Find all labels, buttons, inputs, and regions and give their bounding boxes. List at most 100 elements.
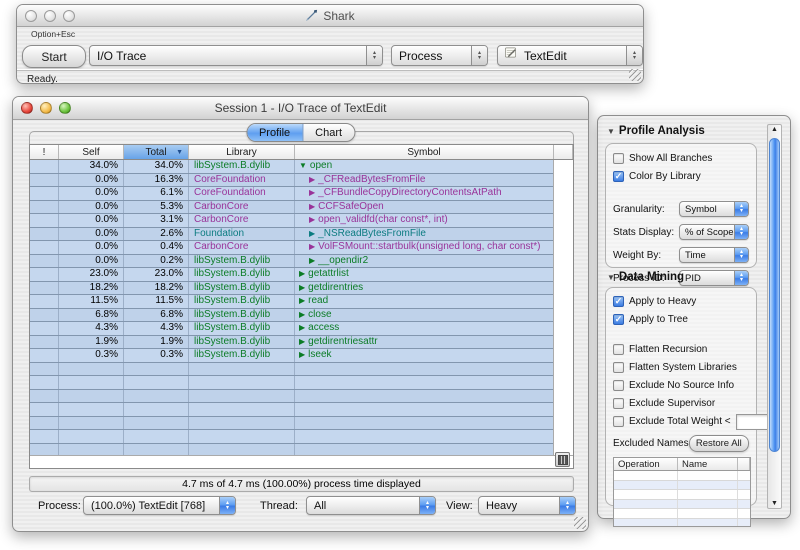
config-popup[interactable]: I/O Trace ▴ ▾ [89, 45, 383, 66]
table-row[interactable] [30, 416, 553, 430]
table-row[interactable]: 6.8% 6.8% libSystem.B.dylib ▶ close [30, 308, 553, 322]
resize-grip[interactable] [574, 517, 586, 529]
session-titlebar[interactable]: Session 1 - I/O Trace of TextEdit [13, 97, 588, 120]
table-row[interactable]: 0.3% 0.3% libSystem.B.dylib ▶ lseek [30, 349, 553, 363]
table-row[interactable]: 23.0% 23.0% libSystem.B.dylib ▶ getattrlist [30, 268, 553, 282]
drawer-scrollbar[interactable]: ▲ ▼ [767, 124, 782, 509]
table-row[interactable] [30, 443, 553, 455]
disclosure-triangle[interactable]: ▶ [309, 214, 315, 226]
flatten-system-libraries-checkbox[interactable] [613, 362, 624, 373]
table-row[interactable] [30, 403, 553, 417]
color-by-library-checkbox[interactable]: ✓ [613, 171, 624, 182]
total-cell [124, 416, 189, 429]
disclosure-triangle[interactable]: ▶ [309, 228, 315, 240]
excluded-column-header-corner [738, 458, 750, 470]
table-row[interactable] [30, 362, 553, 376]
disclosure-triangle[interactable]: ▶ [309, 201, 315, 213]
zoom-button[interactable] [63, 9, 75, 22]
restore-all-button[interactable]: Restore All [688, 435, 749, 452]
weight-by-popup[interactable]: Time ▴ ▾ [679, 247, 749, 263]
excluded-column-header-name[interactable]: Name [678, 458, 738, 470]
vertical-scrollbar[interactable] [553, 160, 573, 455]
disclosure-triangle[interactable]: ▶ [299, 336, 305, 348]
disclosure-triangle[interactable]: ▶ [299, 268, 305, 280]
stats-display-popup[interactable]: % of Scope ▴ ▾ [679, 224, 749, 240]
tab-chart[interactable]: Chart [303, 124, 354, 141]
scroll-down-arrow-icon[interactable]: ▼ [768, 500, 781, 507]
footer-process-popup[interactable]: (100.0%) TextEdit [768] ▴ ▾ [83, 496, 236, 515]
table-row[interactable]: 0.0% 3.1% CarbonCore ▶ open_validfd(char con… [30, 214, 553, 228]
table-row[interactable]: 0.0% 16.3% CoreFoundation ▶ _CFReadBytesFrom… [30, 173, 553, 187]
horizontal-scrollbar[interactable] [30, 455, 573, 468]
exclude-total-weight-checkbox[interactable] [613, 416, 624, 427]
disclosure-triangle[interactable]: ▶ [299, 309, 305, 321]
disclosure-triangle[interactable]: ▶ [299, 282, 305, 294]
zoom-button[interactable] [59, 102, 71, 114]
table-row[interactable]: 0.0% 6.1% CoreFoundation ▶ _CFBundleCopyDire… [30, 187, 553, 201]
table-row[interactable] [30, 430, 553, 444]
table-row[interactable]: 11.5% 11.5% libSystem.B.dylib ▶ read [30, 295, 553, 309]
total-cell: 1.9% [124, 335, 189, 348]
symbol-cell: ▶ getattrlist [295, 268, 553, 281]
table-row[interactable] [30, 389, 553, 403]
data-mining-header[interactable]: ▼ Data Mining [607, 271, 684, 283]
exclude-supervisor-checkbox[interactable] [613, 398, 624, 409]
disclosure-triangle[interactable]: ▶ [309, 187, 315, 199]
disclosure-triangle[interactable]: ▶ [309, 255, 315, 267]
symbol-cell: ▼ open [295, 160, 553, 173]
minimize-button[interactable] [44, 9, 56, 22]
table-row[interactable]: 34.0% 34.0% libSystem.B.dylib ▼ open [30, 160, 553, 174]
total-cell: 23.0% [124, 268, 189, 281]
checkbox-row: ✓ Apply to Heavy [613, 295, 749, 308]
column-options-button[interactable] [555, 452, 570, 467]
apply-to-heavy-checkbox[interactable]: ✓ [613, 296, 624, 307]
column-header-alert[interactable]: ! [30, 145, 59, 159]
column-header-symbol[interactable]: Symbol [295, 145, 554, 159]
flatten-recursion-checkbox[interactable] [613, 344, 624, 355]
scroll-up-arrow-icon[interactable]: ▲ [768, 126, 781, 133]
column-header-self[interactable]: Self [59, 145, 124, 159]
table-row[interactable]: 0.0% 2.6% Foundation ▶ _NSReadBytesFromFile [30, 227, 553, 241]
tab-profile[interactable]: Profile [246, 124, 304, 141]
symbol-cell: ▶ open_validfd(char const*, int) [295, 214, 553, 227]
minimize-button[interactable] [40, 102, 52, 114]
resize-grip[interactable] [629, 69, 641, 81]
disclosure-triangle-icon[interactable]: ▼ [607, 127, 615, 136]
disclosure-triangle-icon[interactable]: ▼ [607, 273, 615, 282]
granularity-popup[interactable]: Symbol ▴ ▾ [679, 201, 749, 217]
table-row[interactable] [30, 376, 553, 390]
library-cell: libSystem.B.dylib [189, 254, 295, 267]
process-id-popup[interactable]: PID ▴ ▾ [679, 270, 749, 286]
footer-view-popup[interactable]: Heavy ▴ ▾ [478, 496, 576, 515]
column-header-total[interactable]: Total ▼ [124, 145, 189, 159]
shark-titlebar[interactable]: Shark [17, 5, 643, 27]
apply-to-tree-checkbox[interactable]: ✓ [613, 314, 624, 325]
table-row[interactable]: 1.9% 1.9% libSystem.B.dylib ▶ getdirentriesa… [30, 335, 553, 349]
column-header-library[interactable]: Library [189, 145, 295, 159]
target-type-popup[interactable]: Process ▴ ▾ [391, 45, 488, 66]
exclude-no-source-info-checkbox[interactable] [613, 380, 624, 391]
start-button[interactable]: Start [22, 45, 86, 68]
process-popup[interactable]: TextEdit ▴ ▾ [497, 45, 643, 66]
scrollbar-thumb[interactable] [769, 138, 780, 452]
show-all-branches-checkbox[interactable] [613, 153, 624, 164]
footer-thread-popup[interactable]: All ▴ ▾ [306, 496, 436, 515]
profile-analysis-header[interactable]: ▼ Profile Analysis [607, 125, 705, 137]
table-row[interactable]: 18.2% 18.2% libSystem.B.dylib ▶ getdirentrie… [30, 281, 553, 295]
disclosure-triangle[interactable]: ▼ [299, 160, 307, 172]
excluded-column-header-operation[interactable]: Operation [614, 458, 678, 470]
disclosure-triangle[interactable]: ▶ [299, 322, 305, 334]
table-row[interactable]: 0.0% 0.2% libSystem.B.dylib ▶ __opendir2 [30, 254, 553, 268]
close-button[interactable] [21, 102, 33, 114]
disclosure-triangle[interactable]: ▶ [309, 174, 315, 186]
table-row[interactable]: 0.0% 5.3% CarbonCore ▶ CCFSafeOpen [30, 200, 553, 214]
disclosure-triangle[interactable]: ▶ [299, 349, 305, 361]
table-row[interactable]: 0.0% 0.4% CarbonCore ▶ VolFSMount::startbulk… [30, 241, 553, 255]
close-button[interactable] [25, 9, 37, 22]
table-row[interactable]: 4.3% 4.3% libSystem.B.dylib ▶ access [30, 322, 553, 336]
total-cell: 2.6% [124, 227, 189, 240]
disclosure-triangle[interactable]: ▶ [309, 241, 315, 253]
excluded-table-row [614, 471, 750, 481]
config-popup-value: I/O Trace [97, 48, 147, 63]
disclosure-triangle[interactable]: ▶ [299, 295, 305, 307]
